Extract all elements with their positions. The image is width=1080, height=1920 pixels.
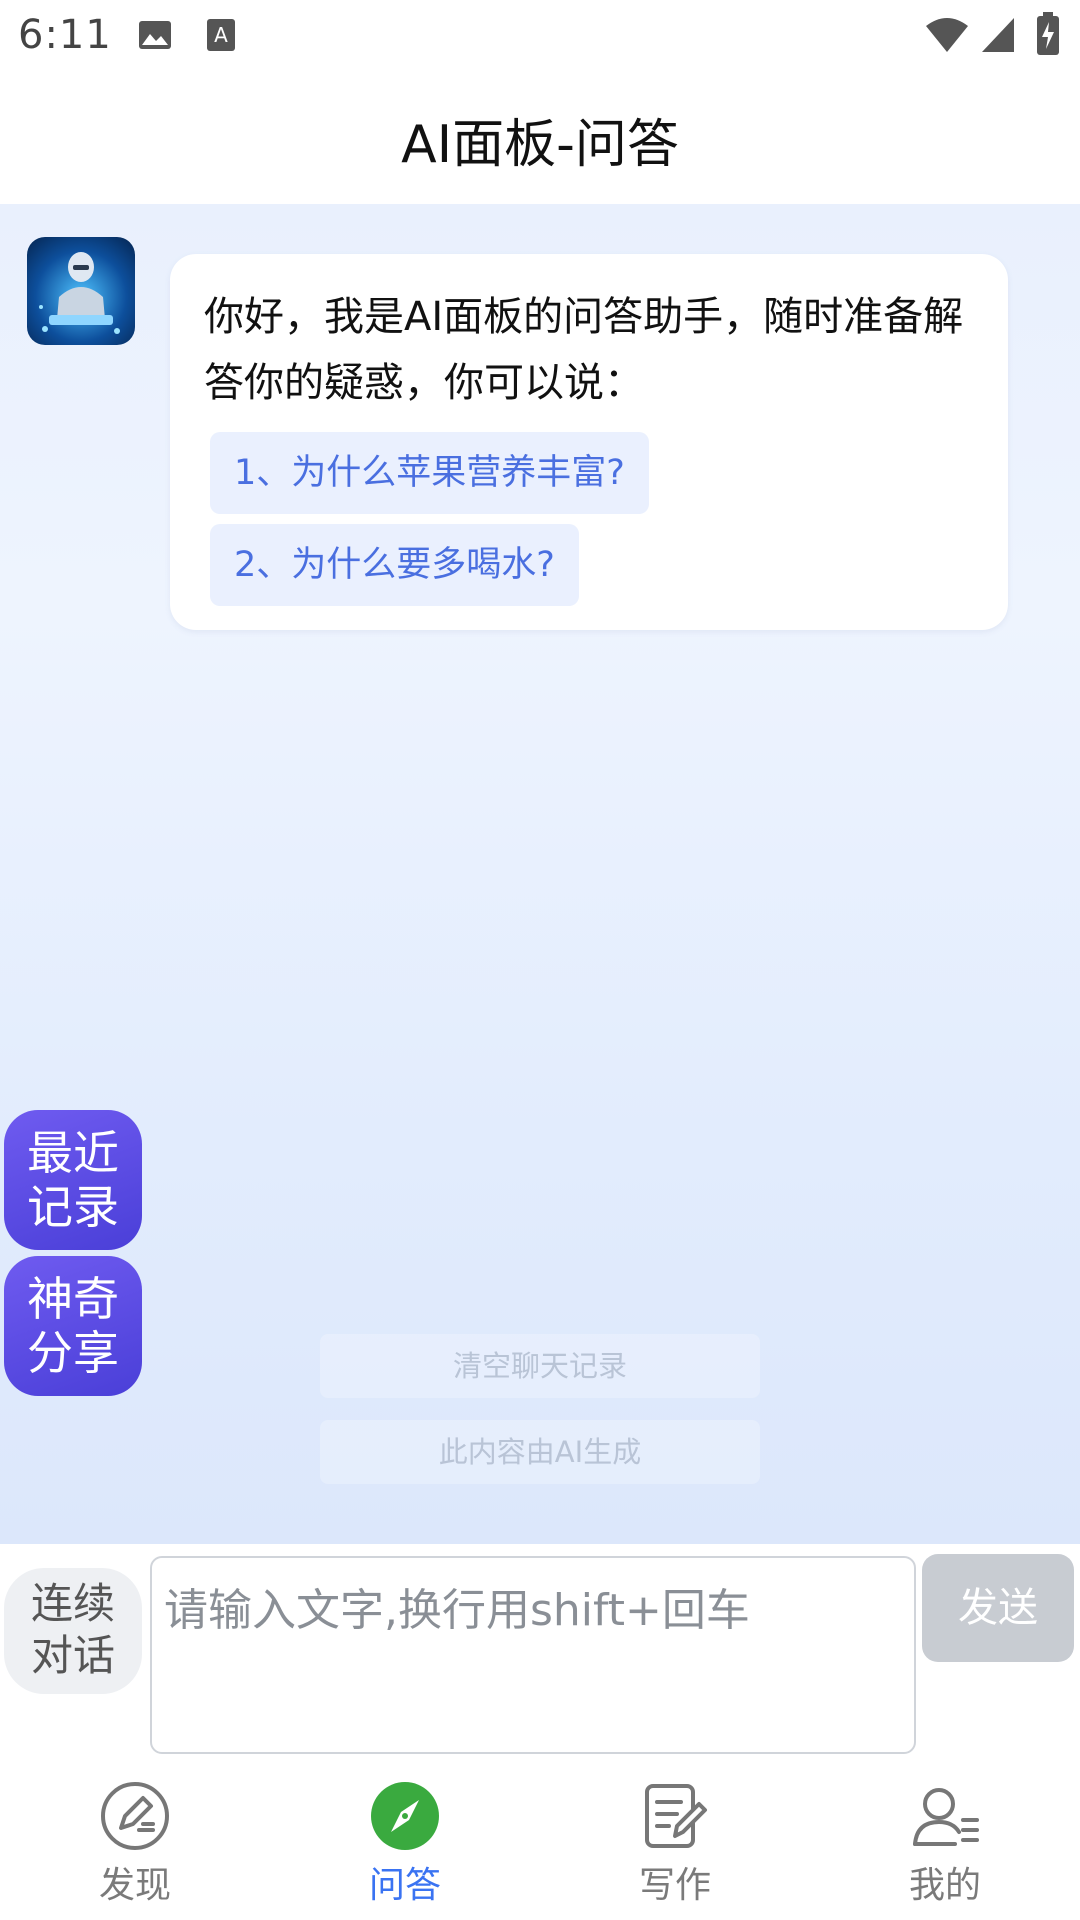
magic-share-button[interactable]: 神奇分享	[4, 1256, 142, 1396]
signal-icon	[982, 18, 1014, 52]
status-time: 6:11	[18, 12, 112, 58]
header: AI面板-问答	[0, 72, 1080, 204]
bottom-tab-bar: 发现 问答 写作 我的	[0, 1760, 1080, 1920]
page-title: AI面板-问答	[401, 115, 679, 175]
recent-records-button[interactable]: 最近记录	[4, 1110, 142, 1250]
suggestion-chip[interactable]: 2、为什么要多喝水?	[210, 524, 579, 606]
discover-pen-icon	[101, 1782, 169, 1850]
robot-avatar-icon	[27, 237, 135, 345]
tab-profile[interactable]: 我的	[810, 1760, 1080, 1920]
tab-write[interactable]: 写作	[540, 1760, 810, 1920]
keyboard-a-icon: A	[207, 19, 235, 51]
chat-area[interactable]: 你好，我是AI面板的问答助手，随时准备解答你的疑惑，你可以说： 1、为什么苹果营…	[0, 204, 1080, 1544]
ai-avatar	[27, 237, 135, 345]
tab-label: 发现	[98, 1865, 171, 1906]
ai-generated-notice: 此内容由AI生成	[320, 1420, 760, 1484]
ai-message-bubble: 你好，我是AI面板的问答助手，随时准备解答你的疑惑，你可以说： 1、为什么苹果营…	[170, 254, 1008, 630]
profile-icon	[913, 1788, 979, 1846]
write-edit-icon	[645, 1784, 707, 1848]
tab-qa[interactable]: 问答	[270, 1760, 540, 1920]
continuous-dialogue-label: 连续对话	[30, 1579, 115, 1680]
battery-charging-icon	[1037, 12, 1059, 55]
greeting-text: 你好，我是AI面板的问答助手，随时准备解答你的疑惑，你可以说：	[204, 294, 964, 406]
send-button[interactable]: 发送	[922, 1554, 1074, 1662]
suggestion-chip[interactable]: 1、为什么苹果营养丰富?	[210, 432, 649, 514]
compass-icon	[371, 1782, 439, 1850]
status-bar: 6:11 A	[0, 0, 1080, 72]
tab-label: 写作	[638, 1865, 711, 1906]
message-input[interactable]	[150, 1556, 916, 1754]
gallery-icon	[139, 21, 171, 49]
clear-history-button[interactable]: 清空聊天记录	[320, 1334, 760, 1398]
tab-label: 问答	[368, 1865, 441, 1906]
tab-label: 我的	[908, 1865, 981, 1906]
recent-records-label: 最近记录	[27, 1126, 119, 1234]
wifi-icon	[926, 18, 968, 52]
tab-discover[interactable]: 发现	[0, 1760, 270, 1920]
svg-text:A: A	[214, 23, 228, 47]
magic-share-label: 神奇分享	[27, 1272, 119, 1380]
continuous-dialogue-toggle[interactable]: 连续对话	[4, 1568, 142, 1694]
input-bar: 连续对话 发送	[0, 1544, 1080, 1760]
